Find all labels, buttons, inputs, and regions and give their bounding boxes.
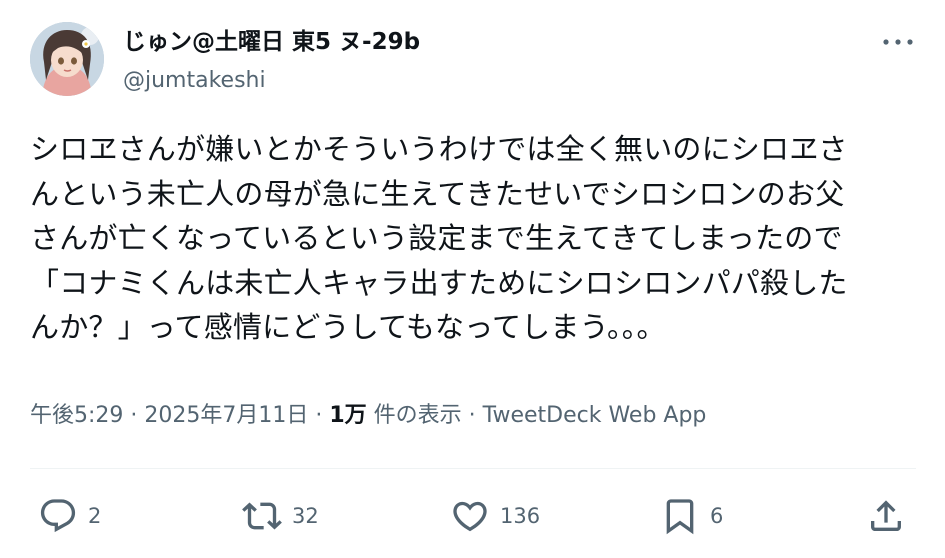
tweet-text: シロヱさんが嫌いとかそういうわけでは全く無いのにシロヱさ んという未亡人の母が急… (30, 127, 920, 350)
tweet-card: じゅン@土曜日 東5 ヌ-29b @jumtakeshi シロヱさんが嫌いとかそ… (0, 0, 945, 558)
tweet-text-line: んという未亡人の母が急に生えてきたせいでシロシロンのお父 (30, 176, 845, 211)
share-icon (871, 500, 901, 531)
retweet-count: 32 (292, 504, 319, 528)
like-count: 136 (500, 504, 541, 528)
divider (30, 468, 916, 469)
share-button[interactable] (866, 492, 906, 540)
tweet-meta: 午後5:29 · 2025年7月11日 · 1万 件の表示 · TweetDec… (30, 398, 706, 434)
bookmark-button[interactable]: 6 (660, 492, 723, 540)
heart-icon (453, 501, 487, 532)
action-bar: 2 32 136 6 (30, 492, 916, 540)
more-options-button[interactable] (878, 30, 918, 54)
more-horizontal-icon (883, 39, 913, 45)
meta-separator: · (308, 403, 330, 428)
tweet-time[interactable]: 午後5:29 (30, 403, 123, 428)
reply-count: 2 (88, 504, 102, 528)
tweet-text-line: さんが亡くなっているという設定まで生えてきてしまったので (30, 221, 843, 255)
retweet-button[interactable]: 32 (242, 492, 319, 540)
meta-separator: · (123, 403, 145, 428)
views-label: 件の表示 (366, 403, 462, 428)
author-display-name[interactable]: じゅン@土曜日 東5 ヌ-29b (123, 27, 420, 57)
reply-button[interactable]: 2 (38, 492, 101, 540)
tweet-date[interactable]: 2025年7月11日 (144, 403, 308, 428)
tweet-text-line: んか？」って感情にどうしてもなってしまう。。。 (30, 310, 666, 344)
tweet-text-line: 「コナミくんは未亡人キャラ出すためにシロシロンパパ殺した (30, 265, 848, 300)
reply-bubble-icon (40, 499, 76, 533)
tweet-source-link[interactable]: TweetDeck Web App (483, 403, 707, 428)
meta-separator: · (461, 403, 483, 428)
like-button[interactable]: 136 (450, 492, 540, 540)
bookmark-icon (666, 499, 694, 535)
retweet-icon (242, 502, 282, 530)
author-handle[interactable]: @jumtakeshi (123, 66, 266, 96)
bookmark-count: 6 (710, 504, 724, 528)
views-count[interactable]: 1万 (329, 403, 366, 428)
tweet-text-line: シロヱさんが嫌いとかそういうわけでは全く無いのにシロヱさ (30, 132, 848, 166)
avatar[interactable] (30, 22, 104, 96)
